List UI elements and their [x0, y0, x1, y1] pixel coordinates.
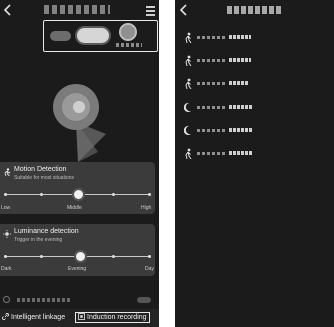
level-day: Day: [145, 266, 154, 272]
slider-knob[interactable]: [74, 190, 83, 199]
moon-icon: [184, 125, 191, 135]
mode-option-3[interactable]: [119, 23, 137, 41]
slider-stop: [40, 193, 43, 196]
disabled-option-row: [3, 295, 153, 305]
mode-option-2-selected[interactable]: [77, 28, 109, 43]
slider-stop: [148, 255, 151, 258]
slider-stop: [4, 193, 7, 196]
luminance-slider-labels: Dark Evening Day: [0, 266, 159, 274]
luminance-slider[interactable]: [4, 252, 151, 261]
slider-stop: [4, 255, 7, 258]
slider-stop: [148, 193, 151, 196]
option-label: [17, 298, 72, 302]
motion-icon: [185, 78, 192, 90]
item-label: [229, 127, 253, 132]
recording-list-screen: [175, 0, 334, 327]
link-icon: [2, 313, 9, 320]
option-icon: [3, 296, 10, 303]
motion-detection-subtitle: Suitable for most situations: [14, 175, 75, 181]
induction-recording-button[interactable]: Induction recording: [75, 312, 150, 323]
slider-stop: [112, 255, 115, 258]
moon-icon: [184, 102, 191, 112]
item-time: [197, 82, 225, 86]
level-low: Low: [1, 205, 11, 211]
mode-option-3-label: [116, 43, 142, 47]
bottom-bar: Intelligent linkage Induction recording: [0, 309, 159, 327]
slider-stop: [112, 193, 115, 196]
level-evening: Evening: [68, 266, 87, 272]
motion-slider-labels: Low Middle High: [0, 205, 159, 213]
item-label: [229, 104, 253, 109]
motion-icon: [4, 168, 11, 176]
level-high: High: [141, 205, 152, 211]
screen-title: [227, 6, 283, 14]
motion-sensitivity-slider[interactable]: [4, 190, 151, 199]
option-toggle[interactable]: [137, 297, 151, 303]
list-item[interactable]: [175, 142, 334, 165]
mode-option-1[interactable]: [50, 31, 71, 41]
record-icon: [78, 313, 85, 320]
sun-icon: [3, 230, 11, 238]
list-item[interactable]: [175, 49, 334, 72]
item-label: [229, 150, 253, 155]
menu-icon[interactable]: [146, 6, 155, 16]
motion-detection-title: Motion Detection: [14, 166, 67, 173]
detection-settings-screen: Motion Detection Suitable for most situa…: [0, 0, 159, 327]
motion-icon: [185, 55, 192, 67]
screen-title: [44, 5, 110, 14]
back-arrow-icon[interactable]: [179, 4, 188, 16]
slider-knob[interactable]: [76, 252, 85, 261]
luminance-detection-subtitle: Trigger in the evening: [14, 237, 63, 243]
item-time: [197, 151, 225, 155]
event-list: [175, 26, 334, 165]
item-time: [197, 36, 225, 39]
item-time: [197, 105, 225, 109]
slider-stop: [40, 255, 43, 258]
level-middle: Middle: [67, 205, 82, 211]
mode-selector: [43, 20, 158, 52]
item-label: [229, 35, 251, 39]
motion-icon: [185, 32, 192, 43]
item-time: [197, 128, 225, 132]
list-item[interactable]: [175, 96, 334, 119]
level-dark: Dark: [1, 266, 12, 272]
list-item[interactable]: [175, 72, 334, 95]
intelligent-linkage-label: Intelligent linkage: [11, 314, 66, 321]
item-label: [229, 81, 249, 86]
list-item[interactable]: [175, 26, 334, 49]
item-time: [197, 59, 225, 63]
top-bar: [0, 0, 159, 22]
intelligent-linkage-button[interactable]: Intelligent linkage: [2, 313, 65, 324]
camera-illustration: [48, 72, 118, 162]
back-arrow-icon[interactable]: [3, 4, 13, 16]
motion-icon: [185, 148, 192, 159]
item-label: [229, 58, 251, 63]
luminance-detection-title: Luminance detection: [14, 228, 79, 235]
induction-recording-label: Induction recording: [87, 314, 147, 321]
list-item[interactable]: [175, 119, 334, 142]
